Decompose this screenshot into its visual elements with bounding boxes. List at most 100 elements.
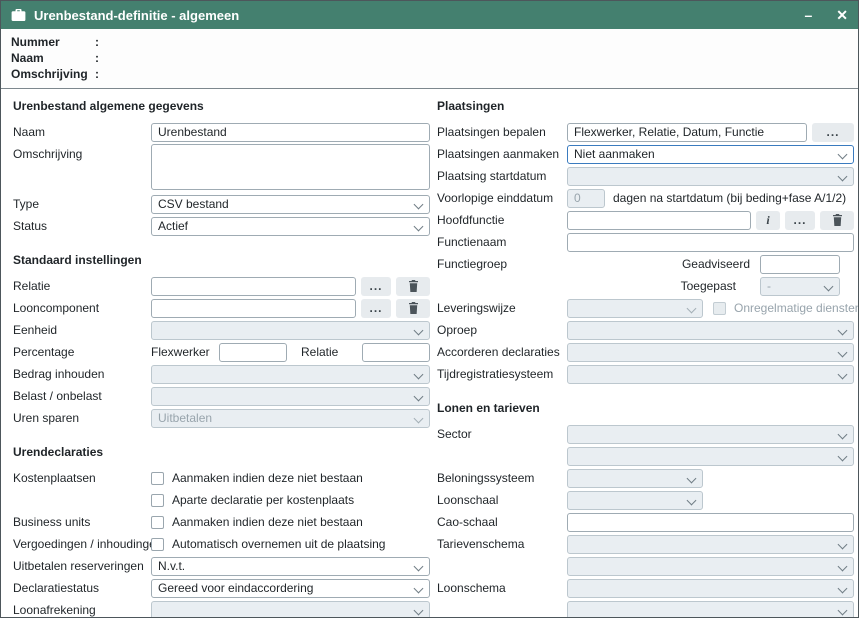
loonschema-select-2[interactable] — [567, 601, 854, 618]
tarievenschema-select[interactable] — [567, 535, 854, 554]
relatie-clear-button[interactable] — [396, 277, 430, 296]
accorderen-declaraties-select[interactable] — [567, 343, 854, 362]
plaatsing-startdatum-select[interactable] — [567, 167, 854, 186]
field-omschrijving: Omschrijving — [13, 144, 430, 192]
field-functiegroep-geadviseerd: Functiegroep Geadviseerd — [437, 254, 858, 274]
field-bedrag-inhouden: Bedrag inhouden — [13, 364, 430, 384]
tijdregistratiesysteem-select[interactable] — [567, 365, 854, 384]
hoofdfunctie-input[interactable] — [567, 211, 751, 230]
section-lonen-en-tarieven: Lonen en tarieven — [437, 401, 858, 417]
naam-input[interactable] — [151, 123, 430, 142]
section-urenbestand-algemeen: Urenbestand algemene gegevens — [13, 99, 430, 115]
vergoedingen-overnemen-checkbox[interactable] — [151, 538, 164, 551]
chevron-down-icon — [414, 199, 424, 209]
chevron-down-icon — [838, 171, 848, 181]
dialog-window: Urenbestand-definitie - algemeen – ✕ Num… — [0, 0, 859, 618]
chevron-down-icon — [414, 325, 424, 335]
hoofdfunctie-info-button[interactable]: i — [756, 211, 780, 230]
chevron-down-icon — [838, 149, 848, 159]
field-type: Type CSV bestand — [13, 194, 430, 214]
minimize-button[interactable]: – — [804, 8, 812, 22]
relatie-input[interactable] — [151, 277, 356, 296]
field-tijdregistratiesysteem: Tijdregistratiesysteem — [437, 364, 858, 384]
hoofdfunctie-lookup-button[interactable]: ... — [785, 211, 815, 230]
kostenplaatsen-aanmaken-checkbox[interactable] — [151, 472, 164, 485]
chevron-down-icon — [414, 413, 424, 423]
field-loonschema: Loonschema — [437, 578, 858, 598]
plaatsingen-bepalen-lookup-button[interactable]: ... — [812, 123, 854, 142]
field-naam: Naam — [13, 122, 430, 142]
chevron-down-icon — [687, 303, 697, 313]
hoofdfunctie-clear-button[interactable] — [820, 211, 854, 230]
chevron-down-icon — [838, 451, 848, 461]
chevron-down-icon — [838, 583, 848, 593]
loonafrekening-select[interactable] — [151, 601, 430, 618]
field-accorderen-declaraties: Accorderen declaraties — [437, 342, 858, 362]
sector-select-2[interactable] — [567, 447, 854, 466]
loonschaal-select[interactable] — [567, 491, 703, 510]
bedrag-inhouden-select[interactable] — [151, 365, 430, 384]
sector-select[interactable] — [567, 425, 854, 444]
oproep-select[interactable] — [567, 321, 854, 340]
relatie-lookup-button[interactable]: ... — [361, 277, 391, 296]
field-functiegroep-toegepast: Toegepast - — [437, 276, 858, 296]
field-voorlopige-einddatum: Voorlopige einddatum dagen na startdatum… — [437, 188, 858, 208]
plaatsingen-bepalen-input[interactable] — [567, 123, 807, 142]
percentage-flexwerker-input[interactable] — [219, 343, 287, 362]
uitbetalen-reserveringen-select[interactable]: N.v.t. — [151, 557, 430, 576]
belast-onbelast-select[interactable] — [151, 387, 430, 406]
functiegroep-toegepast-select[interactable]: - — [760, 277, 840, 296]
field-hoofdfunctie: Hoofdfunctie i ... — [437, 210, 858, 230]
chevron-down-icon — [687, 473, 697, 483]
trash-icon — [832, 214, 843, 226]
einddatum-suffix: dagen na startdatum (bij beding+fase A/1… — [613, 191, 846, 205]
field-leveringswijze: Leveringswijze Onregelmatige diensten — [437, 298, 858, 318]
loonschema-select[interactable] — [567, 579, 854, 598]
looncomponent-clear-button[interactable] — [396, 299, 430, 318]
field-functienaam: Functienaam — [437, 232, 858, 252]
field-looncomponent: Looncomponent ... — [13, 298, 430, 318]
field-plaatsing-startdatum: Plaatsing startdatum — [437, 166, 858, 186]
window-title: Urenbestand-definitie - algemeen — [34, 8, 239, 23]
chevron-down-icon — [414, 221, 424, 231]
business-units-aanmaken-checkbox[interactable] — [151, 516, 164, 529]
functiegroep-geadviseerd-input[interactable] — [760, 255, 840, 274]
declaratiestatus-select[interactable]: Gereed voor eindaccordering — [151, 579, 430, 598]
field-uitbetalen-reserveringen: Uitbetalen reserveringen N.v.t. — [13, 556, 430, 576]
field-vergoedingen: Vergoedingen / inhoudingen Automatisch o… — [13, 534, 430, 554]
field-loonschema-2 — [437, 600, 858, 618]
field-tarievenschema-2 — [437, 556, 858, 576]
chevron-down-icon — [414, 391, 424, 401]
close-button[interactable]: ✕ — [836, 8, 848, 22]
percentage-relatie-input[interactable] — [362, 343, 430, 362]
chevron-down-icon — [838, 369, 848, 379]
field-kostenplaatsen-2: Aparte declaratie per kostenplaats — [13, 490, 430, 510]
chevron-down-icon — [838, 561, 848, 571]
status-select[interactable]: Actief — [151, 217, 430, 236]
trash-icon — [408, 280, 419, 292]
chevron-down-icon — [414, 561, 424, 571]
chevron-down-icon — [838, 325, 848, 335]
chevron-down-icon — [838, 605, 848, 615]
beloningssysteem-select[interactable] — [567, 469, 703, 488]
cao-schaal-input[interactable] — [567, 513, 854, 532]
leveringswijze-select — [567, 299, 703, 318]
plaatsingen-aanmaken-select[interactable]: Niet aanmaken — [567, 145, 854, 164]
eenheid-select[interactable] — [151, 321, 430, 340]
omschrijving-textarea[interactable] — [151, 144, 430, 190]
looncomponent-input[interactable] — [151, 299, 356, 318]
briefcase-icon — [11, 9, 26, 22]
chevron-down-icon — [838, 539, 848, 549]
functienaam-input[interactable] — [567, 233, 854, 252]
chevron-down-icon — [414, 605, 424, 615]
section-plaatsingen: Plaatsingen — [437, 99, 858, 115]
field-beloningssysteem: Beloningssysteem — [437, 468, 858, 488]
looncomponent-lookup-button[interactable]: ... — [361, 299, 391, 318]
omschrijving-label: Omschrijving — [11, 67, 95, 81]
aparte-declaratie-checkbox[interactable] — [151, 494, 164, 507]
type-select[interactable]: CSV bestand — [151, 195, 430, 214]
uren-sparen-select: Uitbetalen — [151, 409, 430, 428]
voorlopige-einddatum-input — [567, 189, 605, 208]
tarievenschema-select-2[interactable] — [567, 557, 854, 576]
naam-label: Naam — [11, 51, 95, 65]
